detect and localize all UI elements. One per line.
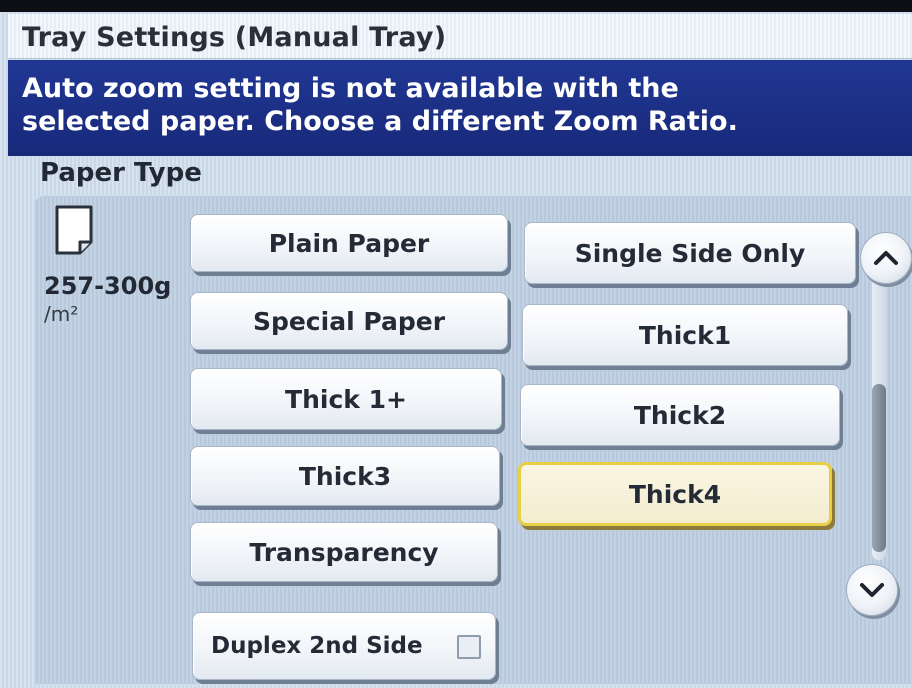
message-bar: Auto zoom setting is not available with … <box>8 60 912 156</box>
chevron-down-icon <box>860 583 884 597</box>
thick2-label: Thick2 <box>633 400 727 430</box>
tray-settings-screen: Tray Settings (Manual Tray) Auto zoom se… <box>0 0 912 688</box>
thick1-button[interactable]: Thick1 <box>522 304 848 366</box>
thick3-label: Thick3 <box>298 461 392 491</box>
single-side-only-label: Single Side Only <box>574 238 806 268</box>
single-side-only-button[interactable]: Single Side Only <box>524 222 856 284</box>
thick4-button[interactable]: Thick4 <box>518 462 832 526</box>
scroll-down-button[interactable] <box>846 564 898 616</box>
paper-weight-unit: /m² <box>44 302 79 326</box>
paper-sheet-icon <box>55 205 93 255</box>
duplex-2nd-side-button[interactable]: Duplex 2nd Side <box>192 612 496 680</box>
scroll-up-button[interactable] <box>860 232 912 284</box>
transparency-button[interactable]: Transparency <box>190 522 498 582</box>
warning-message: Auto zoom setting is not available with … <box>22 73 738 137</box>
thick3-button[interactable]: Thick3 <box>190 446 500 506</box>
thick-1-plus-button[interactable]: Thick 1+ <box>190 368 502 430</box>
window-title: Tray Settings (Manual Tray) <box>22 22 447 53</box>
paper-type-label: Paper Type <box>40 158 202 188</box>
thick4-label: Thick4 <box>628 479 722 509</box>
thick1-label: Thick1 <box>638 320 732 350</box>
top-bezel <box>0 0 912 12</box>
duplex-2nd-side-checkbox[interactable] <box>457 635 481 659</box>
special-paper-label: Special Paper <box>252 306 446 336</box>
chevron-up-icon <box>874 251 898 265</box>
thick-1-plus-label: Thick 1+ <box>285 384 407 414</box>
plain-paper-label: Plain Paper <box>268 228 430 258</box>
paper-weight: 257-300g <box>44 272 172 300</box>
thick2-button[interactable]: Thick2 <box>520 384 840 446</box>
scrollbar-thumb[interactable] <box>872 384 886 552</box>
transparency-label: Transparency <box>249 537 439 567</box>
plain-paper-button[interactable]: Plain Paper <box>190 214 508 272</box>
special-paper-button[interactable]: Special Paper <box>190 292 508 350</box>
title-bar: Tray Settings (Manual Tray) <box>8 14 912 59</box>
duplex-2nd-side-label: Duplex 2nd Side <box>211 633 423 659</box>
